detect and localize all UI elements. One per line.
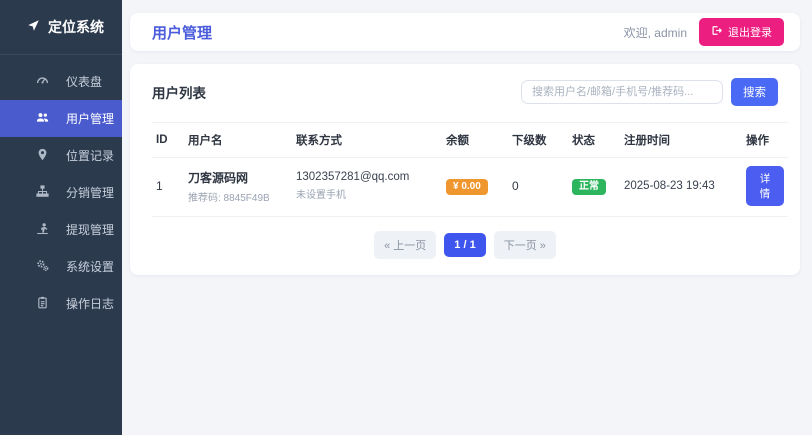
cell-registered: 2025-08-23 19:43 [620,157,742,217]
email-text: 1302357281@qq.com [296,171,410,183]
card-head: 用户列表 搜索 [152,78,778,106]
app-logo: 定位系统 [0,0,122,55]
cell-balance: ¥ 0.00 [442,157,508,217]
col-header-id: ID [152,122,184,158]
location-arrow-icon [27,19,40,35]
header-right: 欢迎, admin 退出登录 [624,18,784,46]
page-header: 用户管理 欢迎, admin 退出登录 [130,13,800,51]
username-text: 刀客源码网 [188,170,249,185]
page-title: 用户管理 [152,24,213,42]
sidebar-menu: 仪表盘 用户管理 位置记录 分销管理 提现管理 系统设置 操作日志 [0,55,122,322]
main-content: 用户管理 欢迎, admin 退出登录 用户列表 搜索用户名/邮箱/手机号/推荐… [122,0,812,435]
sidebar-item-label: 提现管理 [66,223,115,237]
map-marker-icon [36,148,49,164]
sidebar-item-withdraw[interactable]: 提现管理 [0,211,122,248]
prev-page-button[interactable]: « 上一页 [374,231,437,259]
logout-button[interactable]: 退出登录 [699,18,784,46]
sidebar-item-logs[interactable]: 操作日志 [0,285,122,322]
sidebar-item-label: 系统设置 [66,260,115,274]
next-page-button[interactable]: 下一页 » [493,231,556,259]
logout-icon [711,25,723,39]
sidebar: 定位系统 仪表盘 用户管理 位置记录 分销管理 提现管理 系统设置 操作日志 [0,0,122,435]
detail-button[interactable]: 详情 [746,166,784,206]
col-header-registered: 注册时间 [620,122,742,158]
cell-subordinates: 0 [508,157,568,217]
user-list-card: 用户列表 搜索 ID 用户名 联系方式 余额 下级数 状态 注册时间 [130,64,800,275]
col-header-username: 用户名 [184,122,292,158]
sidebar-item-locations[interactable]: 位置记录 [0,137,122,174]
sitemap-icon [36,184,49,201]
col-header-subordinates: 下级数 [508,122,568,158]
log-icon [36,296,49,312]
card-title: 用户列表 [152,86,206,101]
status-badge: 正常 [572,178,606,195]
logout-label: 退出登录 [728,27,772,39]
gears-icon [36,259,49,275]
search-input[interactable] [521,80,723,104]
search-area: 搜索 [521,78,778,106]
gauge-icon [36,74,49,90]
sidebar-item-label: 仪表盘 [66,75,103,89]
table-header-row: ID 用户名 联系方式 余额 下级数 状态 注册时间 操作 [152,122,788,158]
phone-note-text: 未设置手机 [296,190,346,201]
user-table: ID 用户名 联系方式 余额 下级数 状态 注册时间 操作 1 刀客源码网 推荐… [152,122,788,217]
col-header-status: 状态 [568,122,620,158]
search-button[interactable]: 搜索 [731,78,778,106]
welcome-text: 欢迎, admin [623,25,687,40]
cell-id: 1 [152,157,184,217]
sidebar-item-label: 用户管理 [66,112,115,126]
balance-badge: ¥ 0.00 [446,178,488,195]
sidebar-item-label: 操作日志 [66,297,115,311]
sidebar-item-distribution[interactable]: 分销管理 [0,174,122,211]
sidebar-item-users[interactable]: 用户管理 [0,100,122,137]
app-name: 定位系统 [48,19,104,35]
col-header-contact: 联系方式 [292,122,442,158]
users-icon [36,111,49,127]
current-page-indicator[interactable]: 1 / 1 [444,233,486,257]
sidebar-item-label: 分销管理 [66,186,115,200]
referral-code-text: 推荐码: 8845F49B [188,192,270,204]
col-header-action: 操作 [742,122,788,158]
cell-contact: 1302357281@qq.com 未设置手机 [292,157,442,217]
col-header-balance: 余额 [442,122,508,158]
table-row: 1 刀客源码网 推荐码: 8845F49B 1302357281@qq.com … [152,157,788,217]
cell-status: 正常 [568,157,620,217]
pagination: « 上一页 1 / 1 下一页 » [152,231,778,259]
sidebar-item-settings[interactable]: 系统设置 [0,248,122,285]
cell-username: 刀客源码网 推荐码: 8845F49B [184,157,292,217]
sidebar-item-dashboard[interactable]: 仪表盘 [0,63,122,100]
withdraw-icon [36,222,49,238]
cell-action: 详情 [742,157,788,217]
sidebar-item-label: 位置记录 [66,149,115,163]
